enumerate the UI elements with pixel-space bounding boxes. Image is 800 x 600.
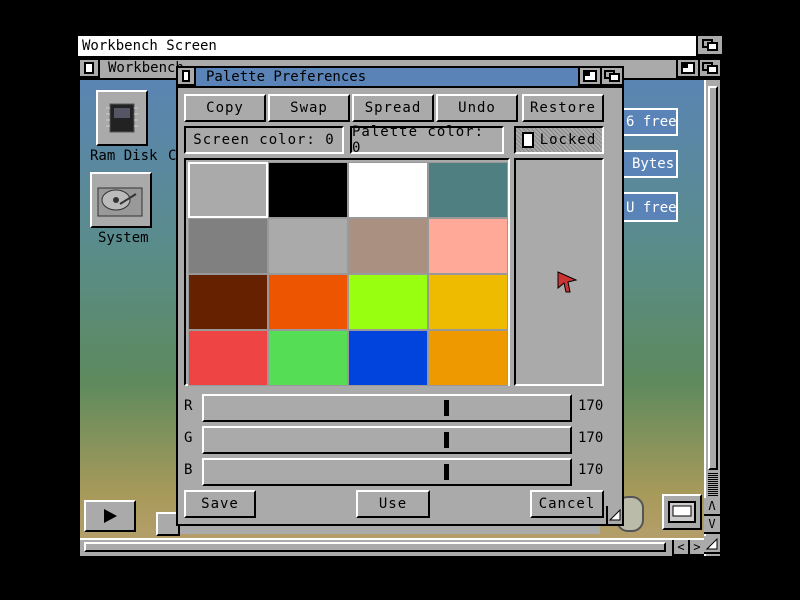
slider-knob-b[interactable] bbox=[444, 464, 449, 480]
scroll-left-arrow[interactable]: < bbox=[672, 540, 688, 556]
hscroll-thumb[interactable] bbox=[84, 542, 666, 552]
depth-icon bbox=[604, 70, 620, 82]
color-cell-5[interactable] bbox=[268, 218, 348, 274]
workbench-hscroll[interactable]: < > bbox=[80, 538, 704, 556]
free-gauge-2: U free bbox=[622, 192, 678, 222]
swap-button[interactable]: Swap bbox=[268, 94, 350, 122]
drawer-icon bbox=[668, 501, 696, 523]
depth-icon bbox=[702, 62, 718, 74]
workbench-depth-gadget[interactable] bbox=[698, 60, 720, 78]
spread-button[interactable]: Spread bbox=[352, 94, 434, 122]
zoom-icon bbox=[681, 62, 695, 74]
play-button[interactable] bbox=[84, 500, 136, 532]
color-cell-0[interactable] bbox=[188, 162, 268, 218]
slider-knob-g[interactable] bbox=[444, 432, 449, 448]
color-cell-10[interactable] bbox=[348, 274, 428, 330]
workbench-close-gadget[interactable] bbox=[80, 60, 100, 78]
screen-title-bar: Workbench Screen bbox=[78, 36, 722, 58]
right-arrow-icon: > bbox=[693, 540, 701, 554]
resize-icon bbox=[609, 509, 621, 521]
mouse-pointer-icon bbox=[557, 271, 578, 293]
system-icon[interactable] bbox=[90, 172, 152, 228]
ram-disk-label: Ram Disk bbox=[90, 148, 158, 164]
hard-disk-icon bbox=[97, 187, 143, 217]
slider-value-r: 170 bbox=[578, 398, 604, 414]
vscroll-thumb[interactable] bbox=[708, 86, 718, 470]
locked-toggle[interactable]: Locked bbox=[514, 126, 604, 154]
vscroll-track-pattern bbox=[708, 472, 718, 496]
left-arrow-icon: < bbox=[677, 540, 685, 554]
palette-size-gadget[interactable] bbox=[606, 506, 622, 524]
slider-r[interactable] bbox=[202, 394, 572, 422]
palette-close-gadget[interactable] bbox=[178, 68, 196, 86]
resize-icon bbox=[706, 538, 718, 550]
workbench-zoom-gadget[interactable] bbox=[676, 60, 698, 78]
restore-button[interactable]: Restore bbox=[522, 94, 604, 122]
bytes-gauge: Bytes bbox=[622, 150, 678, 178]
color-cell-12[interactable] bbox=[188, 330, 268, 386]
palette-title: Palette Preferences bbox=[206, 69, 367, 85]
ram-disk-icon[interactable] bbox=[96, 90, 148, 146]
palette-color-display: Palette color: 0 bbox=[350, 124, 504, 156]
slider-value-g: 170 bbox=[578, 430, 604, 446]
scroll-up-arrow[interactable]: Λ bbox=[704, 498, 720, 516]
palette-title-bar[interactable]: Palette Preferences bbox=[178, 68, 622, 88]
undo-button[interactable]: Undo bbox=[436, 94, 518, 122]
scroll-right-arrow[interactable]: > bbox=[688, 540, 704, 556]
color-cell-14[interactable] bbox=[348, 330, 428, 386]
slider-label-r: R bbox=[184, 398, 193, 414]
use-button[interactable]: Use bbox=[356, 490, 430, 518]
color-cell-6[interactable] bbox=[348, 218, 428, 274]
workbench-vscroll[interactable]: Λ V bbox=[704, 80, 720, 556]
color-cell-15[interactable] bbox=[428, 330, 508, 386]
system-label: System bbox=[98, 230, 149, 246]
slider-label-g: G bbox=[184, 430, 193, 446]
slider-g[interactable] bbox=[202, 426, 572, 454]
copy-button[interactable]: Copy bbox=[184, 94, 266, 122]
palette-depth-gadget[interactable] bbox=[600, 68, 622, 86]
scroll-down-arrow[interactable]: V bbox=[704, 516, 720, 534]
color-cell-4[interactable] bbox=[188, 218, 268, 274]
chip-icon bbox=[106, 103, 138, 133]
slider-knob-r[interactable] bbox=[444, 400, 449, 416]
color-cell-11[interactable] bbox=[428, 274, 508, 330]
locked-checkbox bbox=[521, 132, 534, 148]
color-cell-7[interactable] bbox=[428, 218, 508, 274]
slider-row-r: R 170 bbox=[178, 394, 622, 422]
drawer-button[interactable] bbox=[662, 494, 702, 530]
palette-window: Palette Preferences Copy Swap Spread Und… bbox=[176, 66, 624, 526]
play-icon bbox=[104, 509, 117, 523]
slider-row-g: G 170 bbox=[178, 426, 622, 454]
screen-depth-gadget[interactable] bbox=[696, 36, 722, 56]
color-grid bbox=[184, 158, 510, 386]
locked-label: Locked bbox=[539, 132, 597, 148]
down-arrow-icon: V bbox=[708, 517, 716, 531]
up-arrow-icon: Λ bbox=[708, 499, 716, 513]
workbench-title: Workbench bbox=[108, 60, 184, 76]
zoom-icon bbox=[583, 70, 597, 82]
depth-icon bbox=[702, 39, 718, 51]
color-cell-8[interactable] bbox=[188, 274, 268, 330]
cancel-button[interactable]: Cancel bbox=[530, 490, 604, 518]
slider-row-b: B 170 bbox=[178, 458, 622, 486]
screen-title: Workbench Screen bbox=[82, 38, 217, 54]
screen-color-display: Screen color: 0 bbox=[184, 126, 344, 154]
slider-b[interactable] bbox=[202, 458, 572, 486]
color-cell-2[interactable] bbox=[348, 162, 428, 218]
color-cell-3[interactable] bbox=[428, 162, 508, 218]
palette-zoom-gadget[interactable] bbox=[578, 68, 600, 86]
slider-value-b: 170 bbox=[578, 462, 604, 478]
slider-label-b: B bbox=[184, 462, 193, 478]
color-cell-1[interactable] bbox=[268, 162, 348, 218]
color-cell-13[interactable] bbox=[268, 330, 348, 386]
color-cell-9[interactable] bbox=[268, 274, 348, 330]
color-preview bbox=[514, 158, 604, 386]
free-gauge-1: 6 free bbox=[622, 108, 678, 136]
size-gadget[interactable] bbox=[704, 536, 720, 554]
save-button[interactable]: Save bbox=[184, 490, 256, 518]
